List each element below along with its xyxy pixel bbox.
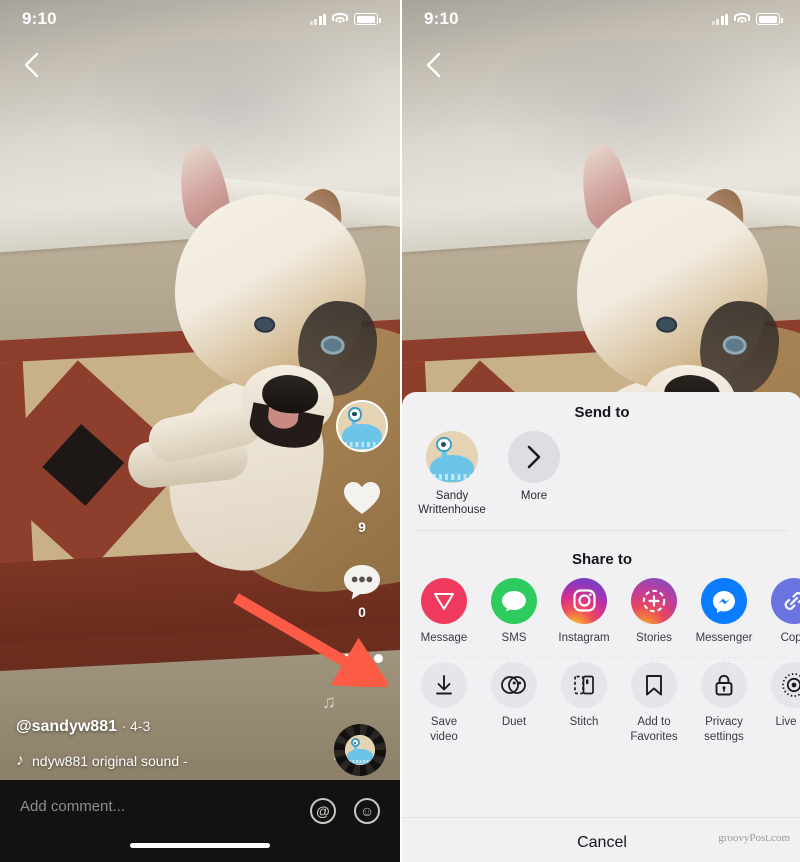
bookmark-icon [631, 662, 677, 709]
back-chevron-icon [24, 52, 39, 78]
share-to-section: Share to Message SMS Instagram Stories M… [402, 531, 800, 655]
send-to-row: Sandy Writtenhouse More [402, 427, 800, 528]
wifi-icon [332, 13, 348, 25]
sound-title: ndyw881 original sound - [32, 753, 188, 769]
action-save-video[interactable]: Save video [416, 662, 472, 745]
wifi-icon [734, 13, 750, 25]
action-live-photo[interactable]: Live ph [766, 662, 800, 745]
chevron-right-icon [527, 445, 541, 469]
duet-circles-icon [491, 662, 537, 709]
status-bar-right: 9:10 [402, 0, 800, 38]
share-sms[interactable]: SMS [486, 577, 542, 645]
red-arrow-pointer [233, 593, 388, 687]
caption-author[interactable]: @sandyw881 · 4-3 [16, 718, 384, 736]
action-stitch[interactable]: Stitch [556, 662, 612, 745]
battery-icon [354, 13, 381, 25]
action-duet[interactable]: Duet [486, 662, 542, 745]
action-privacy-settings-label: Privacy settings [704, 716, 744, 744]
share-sms-label: SMS [501, 631, 527, 644]
share-message[interactable]: Message [416, 577, 472, 645]
record-avatar-art [345, 735, 375, 765]
instagram-icon [561, 577, 607, 624]
share-messenger-label: Messenger [695, 631, 753, 644]
action-stitch-label: Stitch [569, 716, 599, 729]
more-circle [508, 431, 560, 483]
action-duet-label: Duet [501, 716, 527, 729]
status-icons-right [711, 13, 783, 25]
action-add-to-favorites[interactable]: Add to Favorites [626, 662, 682, 745]
status-clock-right: 9:10 [424, 9, 459, 28]
live-photo-icon [771, 662, 800, 709]
send-to-title: Send to [574, 404, 630, 421]
heart-icon [344, 482, 380, 514]
status-bar-left: 9:10 [0, 0, 400, 38]
sound-row[interactable]: ♪ ndyw881 original sound - [16, 752, 384, 770]
cellular-signal-icon [711, 13, 728, 25]
phone-screen-right: 9:10 Send to Sandy Writtenhouse More Sha… [400, 0, 800, 862]
post-date: · 4-3 [121, 718, 151, 734]
action-row: Save video Duet Stitch Add to Favorites … [402, 658, 800, 755]
back-button-left[interactable] [14, 48, 48, 82]
at-mention-icon[interactable]: @ [310, 798, 336, 824]
share-instagram-label: Instagram [558, 631, 610, 644]
send-to-more-label: More [520, 490, 548, 502]
record-hub [345, 735, 375, 765]
share-to-row: Message SMS Instagram Stories Messenger … [402, 574, 800, 655]
watermark: groovyPost.com [718, 832, 790, 844]
vinyl-record-icon[interactable] [334, 724, 386, 776]
comment-bar-icons: @ ☺ [310, 798, 380, 824]
lock-icon [701, 662, 747, 709]
copy-link-icon [771, 577, 800, 624]
share-stories-label: Stories [636, 631, 672, 644]
share-copy-link[interactable]: Copy [766, 577, 800, 645]
send-to-contact-label: Sandy Writtenhouse [418, 490, 486, 517]
comment-bar: Add comment... @ ☺ [0, 780, 400, 862]
back-chevron-icon [426, 52, 441, 78]
creature-avatar-art [338, 402, 386, 450]
share-sheet: Send to Sandy Writtenhouse More Share to… [402, 392, 800, 862]
action-live-photo-label: Live ph [775, 716, 800, 729]
action-save-video-label: Save video [430, 716, 458, 744]
facebook-messenger-icon [701, 577, 747, 624]
send-to-more[interactable]: More [500, 431, 568, 518]
back-button-right[interactable] [416, 48, 450, 82]
status-icons [309, 13, 381, 25]
sms-bubble-icon [491, 577, 537, 624]
stitch-icon [561, 662, 607, 709]
contact-avatar [426, 431, 478, 483]
battery-icon [756, 13, 783, 25]
share-message-label: Message [420, 631, 468, 644]
share-messenger[interactable]: Messenger [695, 577, 753, 645]
send-to-contact[interactable]: Sandy Writtenhouse [418, 431, 486, 518]
share-to-title: Share to [571, 550, 632, 568]
author-handle: @sandyw881 [16, 718, 117, 735]
screenshot-root: 9:10 9 0 @sandyw881 · 4-3 ♪ ndyw881 orig… [0, 0, 800, 862]
profile-avatar[interactable] [336, 400, 388, 452]
tiktok-message-icon [421, 577, 467, 624]
dog-eye-left [253, 315, 276, 334]
action-privacy-settings[interactable]: Privacy settings [696, 662, 752, 745]
contact-avatar-art [426, 431, 478, 483]
like-count: 9 [358, 519, 366, 535]
share-stories[interactable]: Stories [626, 577, 682, 645]
action-add-to-favorites-label: Add to Favorites [630, 716, 678, 744]
like-button[interactable]: 9 [342, 480, 382, 535]
music-note-icon: ♪ [16, 752, 24, 769]
emoji-smiley-icon[interactable]: ☺ [354, 798, 380, 824]
share-instagram[interactable]: Instagram [556, 577, 612, 645]
floating-music-note-1: ♫ [321, 692, 336, 713]
status-clock: 9:10 [22, 9, 57, 28]
home-indicator-left [130, 843, 270, 848]
share-copy-link-label: Copy [780, 631, 800, 644]
instagram-stories-icon [631, 577, 677, 624]
download-arrow-icon [421, 662, 467, 709]
video-caption: @sandyw881 · 4-3 ♪ ndyw881 original soun… [0, 692, 400, 790]
cellular-signal-icon [309, 13, 326, 25]
comment-input[interactable]: Add comment... [20, 798, 125, 815]
phone-screen-left: 9:10 9 0 @sandyw881 · 4-3 ♪ ndyw881 orig… [0, 0, 400, 862]
